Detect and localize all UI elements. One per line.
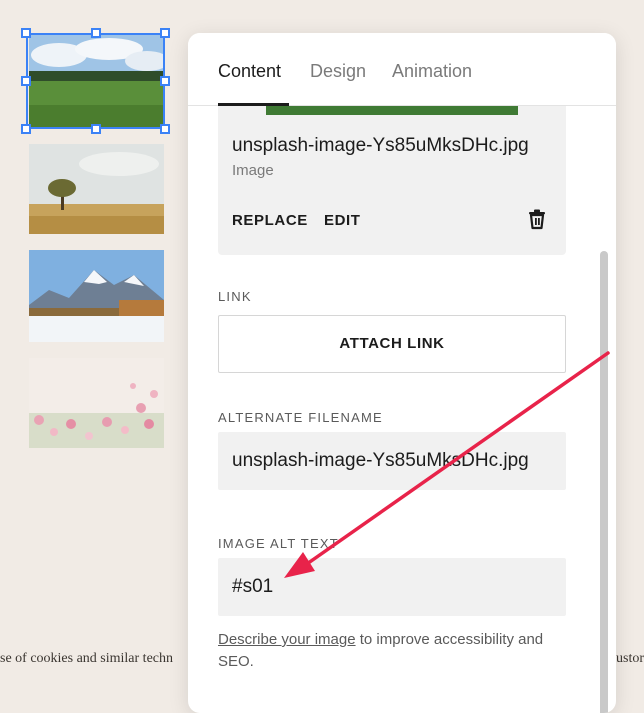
tab-animation[interactable]: Animation	[392, 61, 472, 82]
thumbnail-green-field[interactable]	[29, 35, 164, 127]
thumbnail-snowy-mountains[interactable]	[29, 250, 164, 342]
active-tab-indicator	[218, 103, 289, 106]
scrollbar-thumb[interactable]	[600, 251, 608, 713]
edit-button[interactable]: EDIT	[324, 212, 361, 229]
trash-icon[interactable]	[526, 208, 548, 230]
image-filename: unsplash-image-Ys85uMksDHc.jpg	[232, 135, 529, 156]
resize-handle-top-right[interactable]	[160, 28, 170, 38]
cookie-banner-text-right: ustor	[616, 651, 644, 666]
thumbnail-lone-tree[interactable]	[29, 144, 164, 234]
link-label: LINK	[218, 289, 252, 304]
tab-design[interactable]: Design	[310, 61, 366, 82]
alt-text-help: Describe your image to improve accessibi…	[218, 629, 578, 673]
resize-handle-middle-right[interactable]	[160, 76, 170, 86]
resize-handle-top-left[interactable]	[21, 28, 31, 38]
image-settings-panel: Content Design Animation unsplash-image-…	[188, 33, 616, 713]
panel-tabs: Content Design Animation	[188, 33, 616, 106]
resize-handle-middle-left[interactable]	[21, 76, 31, 86]
image-card: unsplash-image-Ys85uMksDHc.jpg Image REP…	[218, 105, 566, 255]
tab-content[interactable]: Content	[218, 61, 281, 82]
alternate-filename-label: ALTERNATE FILENAME	[218, 410, 383, 425]
image-type-label: Image	[232, 162, 274, 179]
resize-handle-bottom-left[interactable]	[21, 124, 31, 134]
image-alt-text-field[interactable]: #s01	[218, 558, 566, 616]
attach-link-button[interactable]: ATTACH LINK	[218, 315, 566, 373]
thumbnail-pink-flowers[interactable]	[29, 358, 164, 448]
alternate-filename-field[interactable]: unsplash-image-Ys85uMksDHc.jpg	[218, 432, 566, 490]
image-preview-edge	[266, 105, 518, 115]
resize-handle-bottom-right[interactable]	[160, 124, 170, 134]
describe-image-link[interactable]: Describe your image	[218, 631, 356, 648]
resize-handle-bottom-middle[interactable]	[91, 124, 101, 134]
replace-button[interactable]: REPLACE	[232, 212, 308, 229]
image-alt-text-label: IMAGE ALT TEXT	[218, 536, 339, 551]
resize-handle-top-middle[interactable]	[91, 28, 101, 38]
cookie-banner-text-left: se of cookies and similar techn	[0, 651, 174, 666]
